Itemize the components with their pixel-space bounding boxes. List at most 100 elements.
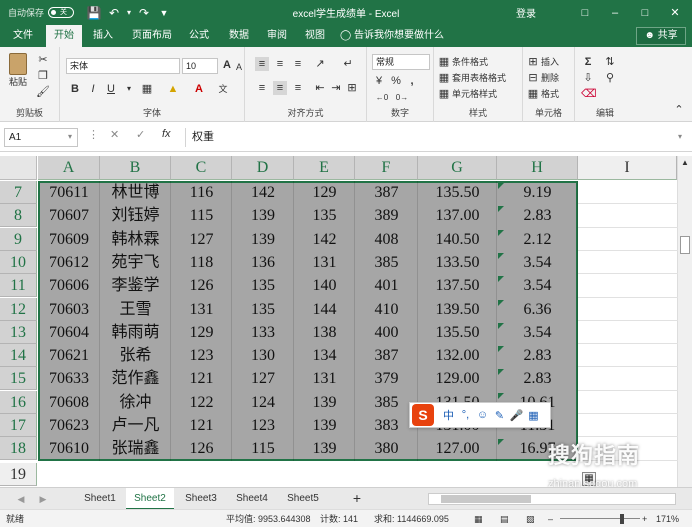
row-header[interactable]: 12 — [0, 297, 37, 321]
zoom-slider-handle[interactable] — [620, 514, 624, 524]
insert-cells-button[interactable]: ⊞ 插入 — [527, 55, 559, 68]
cell-c[interactable]: 116 — [171, 181, 232, 204]
name-box[interactable]: A1 — [4, 128, 78, 147]
select-all-corner[interactable] — [0, 156, 37, 180]
conditional-format-button[interactable]: ▦ 条件格式 — [438, 55, 488, 68]
cut-icon[interactable]: ✂ — [36, 53, 50, 67]
cell-f[interactable]: 385 — [355, 251, 418, 274]
cell-c[interactable]: 115 — [171, 204, 232, 227]
cell-f[interactable]: 408 — [355, 228, 418, 251]
error-indicator-icon[interactable] — [498, 369, 504, 376]
error-indicator-icon[interactable] — [498, 206, 504, 213]
cell-f[interactable]: 401 — [355, 274, 418, 297]
cell-f[interactable]: 379 — [355, 367, 418, 390]
punctuation-icon[interactable]: °, — [457, 409, 474, 421]
percent-button[interactable]: % — [389, 74, 403, 88]
fill-icon[interactable]: ⇩ — [581, 71, 595, 85]
fill-color-icon[interactable]: ▲ — [166, 82, 180, 96]
error-indicator-icon[interactable] — [498, 392, 504, 399]
toolbox-icon[interactable]: ▦ — [525, 409, 542, 422]
cell-e[interactable]: 135 — [294, 204, 355, 227]
error-indicator-icon[interactable] — [498, 299, 504, 306]
emoji-icon[interactable]: ☺ — [474, 409, 491, 421]
expand-formula-icon[interactable]: ▾ — [678, 132, 682, 141]
horizontal-scroll-thumb[interactable] — [441, 495, 531, 503]
cell-a[interactable]: 70623 — [38, 414, 100, 437]
cell-d[interactable]: 139 — [232, 228, 294, 251]
cell-h[interactable]: 3.54 — [497, 251, 578, 274]
cell-g[interactable]: 132.00 — [418, 344, 497, 367]
align-top-icon[interactable]: ≡ — [255, 57, 269, 71]
format-as-table-button[interactable]: ▦ 套用表格格式 — [438, 71, 506, 84]
cell-c[interactable]: 126 — [171, 274, 232, 297]
error-indicator-icon[interactable] — [498, 346, 504, 353]
phonetic-icon[interactable]: 文 — [216, 82, 230, 96]
decrease-decimal-icon[interactable]: 0→ — [395, 91, 409, 105]
row-header[interactable]: 16 — [0, 390, 37, 414]
row-header[interactable]: 18 — [0, 437, 37, 461]
tab-page-layout[interactable]: 页面布局 — [126, 25, 178, 47]
tab-insert[interactable]: 插入 — [86, 25, 120, 47]
formula-input[interactable]: 权重 — [185, 128, 685, 147]
bold-button[interactable]: B — [68, 82, 82, 96]
merge-center-icon[interactable]: ⊞ — [345, 81, 359, 95]
cell-a[interactable]: 70604 — [38, 321, 100, 344]
align-center-icon[interactable]: ≡ — [273, 81, 287, 95]
zoom-slider[interactable] — [560, 518, 640, 519]
tab-review[interactable]: 审阅 — [260, 25, 294, 47]
wrap-text-icon[interactable]: ↵ — [341, 57, 355, 71]
autosave-toggle[interactable]: 关 — [48, 7, 75, 18]
row-header[interactable]: 9 — [0, 227, 37, 251]
column-header-d[interactable]: D — [232, 156, 294, 180]
share-button[interactable]: ☻ 共享 — [636, 27, 686, 45]
cell-c[interactable]: 123 — [171, 344, 232, 367]
cell-c[interactable]: 121 — [171, 367, 232, 390]
tab-data[interactable]: 数据 — [222, 25, 256, 47]
cell-b[interactable]: 李鉴学 — [100, 274, 171, 297]
cell-h[interactable]: 2.12 — [497, 228, 578, 251]
cell-f[interactable]: 387 — [355, 344, 418, 367]
name-box-dropdown-icon[interactable]: ▾ — [68, 132, 72, 141]
cell-e[interactable]: 142 — [294, 228, 355, 251]
cell-d[interactable]: 135 — [232, 274, 294, 297]
cell-c[interactable]: 122 — [171, 391, 232, 414]
sheet-tab-2[interactable]: Sheet2 — [126, 488, 174, 510]
sogou-logo-icon[interactable]: S — [412, 404, 434, 426]
vertical-scrollbar[interactable]: ▲ — [677, 156, 692, 487]
cell-a[interactable]: 70608 — [38, 391, 100, 414]
cell-d[interactable]: 136 — [232, 251, 294, 274]
save-icon[interactable]: 💾 — [84, 3, 104, 23]
comma-style-button[interactable]: , — [405, 74, 419, 88]
insert-function-icon[interactable]: fx — [162, 128, 171, 140]
cell-e[interactable]: 129 — [294, 181, 355, 204]
orientation-icon[interactable]: ↗ — [313, 57, 327, 71]
cell-a[interactable]: 70621 — [38, 344, 100, 367]
cell-b[interactable]: 徐冲 — [100, 391, 171, 414]
cell-b[interactable]: 张瑞鑫 — [100, 437, 171, 460]
cell-b[interactable]: 范作鑫 — [100, 367, 171, 390]
cell-b[interactable]: 苑宇飞 — [100, 251, 171, 274]
cell-g[interactable]: 140.50 — [418, 228, 497, 251]
column-header-e[interactable]: E — [294, 156, 355, 180]
clear-icon[interactable]: ⌫ — [581, 87, 597, 101]
cell-a[interactable]: 70610 — [38, 437, 100, 460]
cell-styles-button[interactable]: ▦ 单元格样式 — [438, 87, 497, 100]
cell-g[interactable]: 129.00 — [418, 367, 497, 390]
error-indicator-icon[interactable] — [498, 252, 504, 259]
align-right-icon[interactable]: ≡ — [291, 81, 305, 95]
align-bottom-icon[interactable]: ≡ — [291, 57, 305, 71]
cell-c[interactable]: 131 — [171, 298, 232, 321]
cell-d[interactable]: 123 — [232, 414, 294, 437]
sheet-tab-1[interactable]: Sheet1 — [76, 488, 124, 510]
scroll-up-icon[interactable]: ▲ — [678, 156, 692, 170]
cell-a[interactable]: 70607 — [38, 204, 100, 227]
cell-c[interactable]: 129 — [171, 321, 232, 344]
cell-h[interactable]: 3.54 — [497, 274, 578, 297]
sort-filter-icon[interactable]: ⇅ — [603, 55, 617, 69]
tab-home[interactable]: 开始 — [46, 25, 82, 47]
font-color-icon[interactable]: A — [192, 82, 206, 96]
cell-f[interactable]: 387 — [355, 181, 418, 204]
cell-b[interactable]: 林世博 — [100, 181, 171, 204]
tab-view[interactable]: 视图 — [298, 25, 332, 47]
cell-c[interactable]: 121 — [171, 414, 232, 437]
